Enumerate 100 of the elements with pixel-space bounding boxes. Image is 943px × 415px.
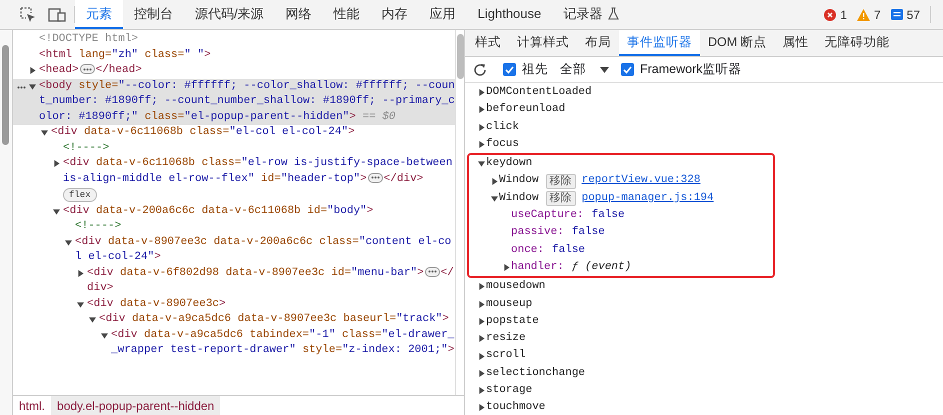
collapsed-arrow-icon[interactable] (478, 387, 485, 394)
dom-node[interactable]: <div data-v-8907ee3c data-v-200a6c6c class="content el-col el-col-24"> (75, 234, 455, 266)
collapsed-arrow-icon[interactable] (478, 283, 485, 290)
collapsed-arrow-icon[interactable] (478, 89, 485, 96)
remove-button[interactable]: 移除 (546, 190, 576, 206)
sidebar-tab[interactable]: DOM 断点 (700, 30, 775, 56)
panel-tab[interactable]: Lighthouse (466, 0, 552, 29)
expanded-arrow-icon[interactable] (101, 332, 108, 338)
expanded-arrow-icon[interactable] (65, 238, 72, 246)
error-icon (824, 8, 836, 20)
event-name[interactable]: resize (486, 330, 526, 348)
event-name[interactable]: click (486, 118, 520, 136)
dom-node[interactable]: <html lang="zh" class=" "> (39, 48, 455, 63)
panel-tab[interactable]: 网络 (274, 0, 323, 29)
dom-node[interactable]: <div data-v-6c11068b class="el-row is-justify-space-between is-align-middle el-row--flex" id="header-top"> </div> (63, 156, 455, 187)
sidebar-tab[interactable]: 布局 (577, 30, 619, 56)
sidebar-tab[interactable]: 样式 (467, 30, 509, 56)
breadcrumb[interactable]: body.el-popup-parent--hidden (51, 396, 220, 415)
collapsed-arrow-icon[interactable] (77, 270, 84, 276)
dom-node[interactable]: <div data-v-6f802d98 data-v-8907ee3c id="menu-bar"> </div> (87, 266, 455, 296)
collapsed-content-icon[interactable] (80, 64, 95, 74)
sidebar-tab[interactable]: 计算样式 (509, 30, 577, 56)
event-name[interactable]: storage (486, 382, 532, 400)
dom-node[interactable]: <div data-v-a9ca5dc6 data-v-8907ee3c baseurl="track"> (99, 312, 455, 328)
inspect-element-icon[interactable] (20, 6, 36, 22)
sidebar-tab[interactable]: 事件监听器 (619, 30, 700, 56)
counter-value[interactable]: 1 (840, 6, 847, 24)
dom-node[interactable]: <div data-v-a9ca5dc6 tabindex="-1" class="el-drawer__wrapper test-report-drawer" style="z-index: 2001;"> (111, 328, 455, 358)
property-value: false (552, 242, 586, 258)
event-name[interactable]: focus (486, 136, 520, 154)
page-scrollbar[interactable] (2, 45, 9, 145)
collapsed-content-icon[interactable] (368, 172, 383, 183)
event-name[interactable]: DOMContentLoaded (486, 84, 592, 102)
collapsed-arrow-icon[interactable] (478, 106, 485, 114)
event-name[interactable]: mouseup (486, 296, 532, 313)
sidebar-tab[interactable]: 无障碍功能 (816, 30, 898, 56)
more-icon[interactable] (17, 86, 26, 88)
sidebar-tab[interactable]: 属性 (774, 30, 817, 56)
collapsed-arrow-icon[interactable] (491, 178, 498, 185)
dom-node[interactable]: <!----> (75, 219, 455, 234)
dropdown-arrow-icon (600, 66, 609, 72)
property-value: ƒ (event) (572, 260, 632, 275)
event-name[interactable]: touchmove (486, 399, 546, 415)
panel-tab[interactable]: 元素 (75, 0, 123, 29)
dom-node[interactable]: <div data-v-8907ee3c> (87, 296, 455, 312)
collapsed-arrow-icon[interactable] (29, 67, 36, 74)
scrollbar[interactable] (457, 34, 464, 79)
dom-node[interactable]: <div data-v-200a6c6c data-v-6c11068b id="body"> (63, 204, 455, 219)
event-name[interactable]: selectionchange (486, 364, 586, 382)
counter-value[interactable]: 7 (874, 6, 881, 24)
warning-icon (856, 8, 870, 20)
event-name[interactable]: popstate (486, 312, 539, 330)
event-name[interactable]: mousedown (486, 278, 546, 296)
collapsed-arrow-icon[interactable] (478, 404, 485, 412)
expanded-arrow-icon[interactable] (41, 129, 48, 136)
dom-node[interactable]: <head> </head> (39, 63, 455, 78)
message-icon (890, 9, 903, 20)
panel-tab[interactable]: 内存 (370, 0, 419, 29)
expanded-arrow-icon[interactable] (491, 194, 498, 202)
panel-tab[interactable]: 记录器 (552, 0, 630, 29)
refresh-icon[interactable] (473, 62, 487, 76)
device-toolbar-icon[interactable] (48, 8, 66, 22)
dom-node[interactable]: <!----> (63, 140, 455, 156)
dom-node[interactable]: <div data-v-6c11068b class="el-col el-col-24"> (51, 125, 455, 140)
collapsed-arrow-icon[interactable] (478, 352, 485, 360)
collapsed-arrow-icon[interactable] (503, 264, 510, 272)
panel-tab[interactable]: 性能 (322, 0, 371, 29)
panel-tab[interactable]: 源代码/来源 (184, 0, 275, 29)
collapsed-arrow-icon[interactable] (478, 141, 485, 148)
expanded-arrow-icon[interactable] (29, 82, 36, 90)
listener-target[interactable]: Window (499, 190, 539, 208)
collapsed-arrow-icon[interactable] (478, 300, 485, 308)
collapsed-arrow-icon[interactable] (478, 124, 485, 131)
filter-dropdown[interactable]: 全部 (560, 60, 609, 79)
collapsed-arrow-icon[interactable] (478, 335, 485, 342)
checkbox[interactable] (503, 63, 516, 76)
breadcrumb[interactable]: html. (13, 396, 52, 415)
remove-button[interactable]: 移除 (546, 174, 576, 189)
property-key: once: (511, 242, 544, 259)
expanded-arrow-icon[interactable] (53, 208, 60, 214)
source-link[interactable]: popup-manager.js:194 (582, 190, 714, 208)
expanded-arrow-icon[interactable] (77, 300, 84, 308)
flex-badge[interactable]: flex (63, 188, 97, 202)
checkbox[interactable] (621, 63, 634, 76)
event-name[interactable]: beforeunload (486, 101, 566, 119)
expanded-arrow-icon[interactable] (478, 160, 485, 168)
source-link[interactable]: reportView.vue:328 (582, 172, 700, 190)
property-key: useCapture: (511, 207, 584, 224)
collapsed-arrow-icon[interactable] (53, 160, 60, 167)
counter-value[interactable]: 57 (906, 6, 920, 24)
panel-tab[interactable]: 控制台 (123, 0, 184, 29)
property-value: false (572, 225, 605, 240)
event-name[interactable]: scroll (486, 347, 526, 365)
event-name[interactable]: keydown (486, 155, 532, 172)
collapsed-arrow-icon[interactable] (478, 318, 485, 325)
panel-tab[interactable]: 应用 (418, 0, 467, 29)
collapsed-content-icon[interactable] (424, 266, 440, 277)
expanded-arrow-icon[interactable] (89, 316, 96, 323)
collapsed-arrow-icon[interactable] (478, 370, 485, 377)
listener-target[interactable]: Window (499, 172, 539, 190)
